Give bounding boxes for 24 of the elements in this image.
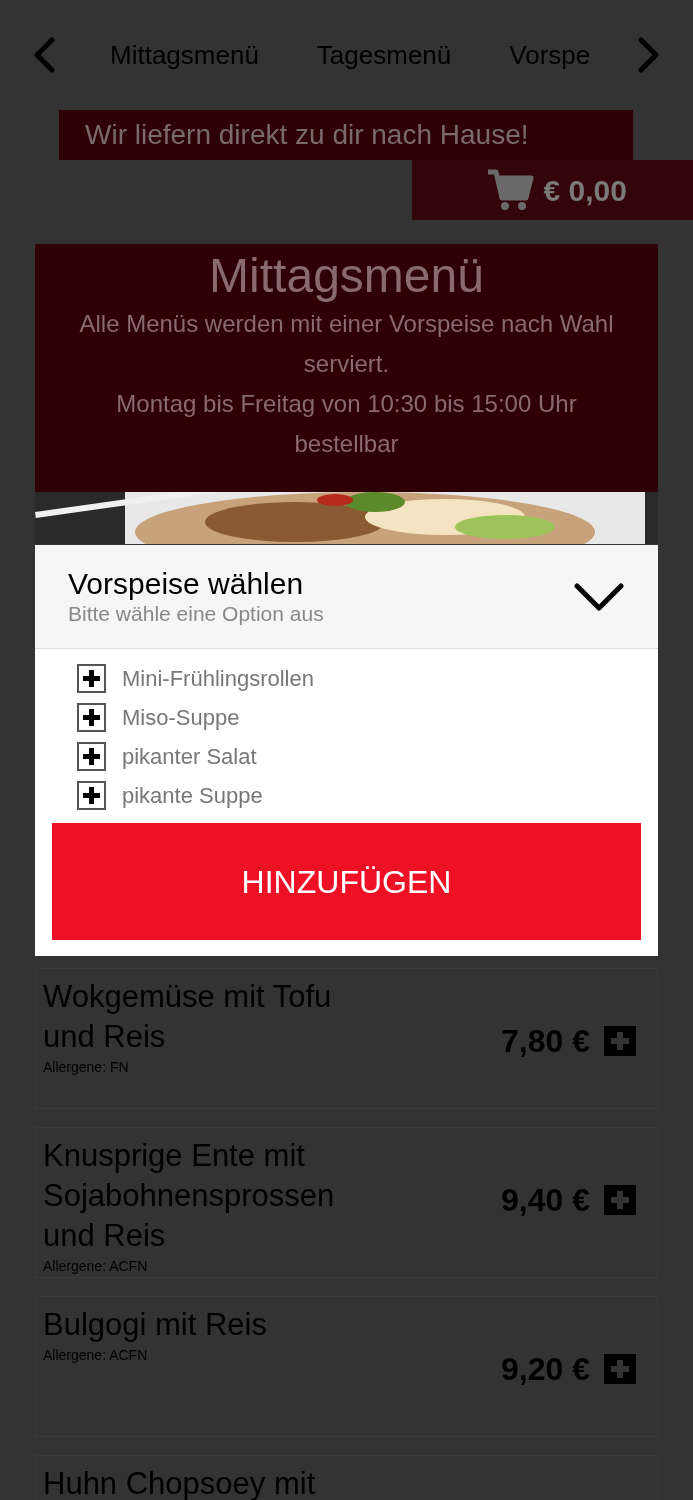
add-button[interactable]: HINZUFÜGEN xyxy=(52,823,641,940)
dialog-subtitle: Bitte wähle eine Option aus xyxy=(68,600,325,627)
plus-box-icon xyxy=(77,742,106,771)
section-title: Mittagsmenü xyxy=(208,248,485,304)
banner-text: Wir liefern direkt zu dir nach Hause! xyxy=(85,118,529,152)
chevron-left-icon[interactable] xyxy=(32,37,56,73)
add-icon[interactable] xyxy=(604,1185,636,1215)
add-icon[interactable] xyxy=(604,1354,636,1384)
plus-box-icon xyxy=(77,781,106,810)
cart-icon xyxy=(485,168,534,212)
option-item[interactable]: Mini-Frühlingsrollen xyxy=(77,659,658,698)
chevron-down-icon[interactable] xyxy=(574,582,624,611)
dialog-title: Vorspeise wählen xyxy=(68,566,305,601)
option-item[interactable]: pikante Suppe xyxy=(77,776,658,815)
option-item[interactable]: pikanter Salat xyxy=(77,737,658,776)
option-item[interactable]: Miso-Suppe xyxy=(77,698,658,737)
add-icon[interactable] xyxy=(604,1026,636,1056)
chevron-right-icon[interactable] xyxy=(637,37,661,73)
plus-box-icon xyxy=(77,664,106,693)
section-description: Montag bis Freitag von 10:30 bis 15:00 Uhr bestellbar xyxy=(115,389,578,459)
dialog-header[interactable]: Vorspeise wählen Bitte wähle eine Option aus xyxy=(35,545,658,649)
section-description: Alle Menüs werden mit einer Vorspeise nach Wahl serviert. xyxy=(78,309,615,379)
plus-box-icon xyxy=(77,703,106,732)
cart-button[interactable]: € 0,00 xyxy=(412,160,693,220)
